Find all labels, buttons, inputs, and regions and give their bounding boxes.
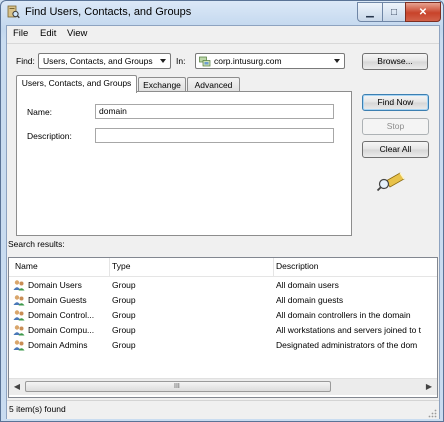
menu-bar: File Edit View bbox=[7, 26, 439, 44]
chevron-down-icon bbox=[334, 59, 340, 63]
search-results-label: Search results: bbox=[8, 239, 65, 249]
scrollbar-grip: III bbox=[174, 383, 180, 390]
name-field[interactable]: domain bbox=[95, 104, 334, 119]
cell-description: All domain controllers in the domain bbox=[276, 310, 411, 320]
cell-name: Domain Users bbox=[28, 280, 82, 290]
close-icon: ✕ bbox=[418, 6, 428, 18]
in-label: In: bbox=[176, 56, 186, 66]
cell-name: Domain Compu... bbox=[28, 325, 95, 335]
column-header-description[interactable]: Description bbox=[276, 261, 319, 271]
cell-type: Group bbox=[112, 340, 136, 350]
group-icon bbox=[13, 295, 25, 306]
cell-name: Domain Admins bbox=[28, 340, 88, 350]
results-list[interactable]: Name Type Description Domain Users Group… bbox=[8, 257, 438, 398]
cell-type: Group bbox=[112, 325, 136, 335]
scrollbar-thumb[interactable]: III bbox=[25, 381, 331, 392]
group-icon bbox=[13, 325, 25, 336]
column-divider[interactable] bbox=[273, 258, 274, 276]
in-location-value: corp.intusurg.com bbox=[214, 56, 282, 66]
tab-panel: Name: domain Description: bbox=[16, 91, 352, 236]
dialog-client-area: File Edit View Find: Users, Contacts, an… bbox=[6, 25, 440, 419]
minimize-button[interactable]: ▁ bbox=[357, 2, 383, 22]
minimize-icon: ▁ bbox=[366, 6, 374, 18]
column-header-type[interactable]: Type bbox=[112, 261, 130, 271]
stop-button[interactable]: Stop bbox=[362, 118, 429, 135]
resize-grip-icon[interactable] bbox=[427, 408, 437, 418]
table-row[interactable]: Domain Admins Group Designated administr… bbox=[9, 338, 437, 353]
browse-button[interactable]: Browse... bbox=[362, 53, 428, 70]
cell-name: Domain Control... bbox=[28, 310, 95, 320]
column-header-name[interactable]: Name bbox=[15, 261, 38, 271]
find-type-dropdown[interactable]: Users, Contacts, and Groups bbox=[38, 53, 171, 69]
status-text: 5 item(s) found bbox=[9, 404, 66, 414]
table-row[interactable]: Domain Guests Group All domain guests bbox=[9, 293, 437, 308]
description-field[interactable] bbox=[95, 128, 334, 143]
find-now-button[interactable]: Find Now bbox=[362, 94, 429, 111]
status-bar: 5 item(s) found bbox=[7, 400, 439, 419]
menu-edit[interactable]: Edit bbox=[40, 28, 56, 39]
menu-view[interactable]: View bbox=[67, 28, 87, 39]
find-label: Find: bbox=[16, 56, 35, 66]
cell-description: All domain users bbox=[276, 280, 339, 290]
cell-type: Group bbox=[112, 310, 136, 320]
horizontal-scrollbar[interactable]: ◀ III ▶ bbox=[9, 378, 437, 395]
cell-type: Group bbox=[112, 295, 136, 305]
domain-icon bbox=[199, 56, 211, 67]
title-bar[interactable]: Find Users, Contacts, and Groups ▁ □ ✕ bbox=[1, 1, 443, 25]
group-icon bbox=[13, 310, 25, 321]
column-divider[interactable] bbox=[109, 258, 110, 276]
tab-users-contacts-groups[interactable]: Users, Contacts, and Groups bbox=[16, 75, 137, 93]
in-location-dropdown[interactable]: corp.intusurg.com bbox=[195, 53, 345, 69]
description-label: Description: bbox=[27, 131, 72, 141]
results-header: Name Type Description bbox=[9, 258, 437, 277]
scroll-right-icon[interactable]: ▶ bbox=[421, 379, 437, 395]
table-row[interactable]: Domain Control... Group All domain contr… bbox=[9, 308, 437, 323]
name-field-value: domain bbox=[99, 106, 127, 116]
table-row[interactable]: Domain Compu... Group All workstations a… bbox=[9, 323, 437, 338]
cell-description: All domain guests bbox=[276, 295, 344, 305]
cell-name: Domain Guests bbox=[28, 295, 87, 305]
table-row[interactable]: Domain Users Group All domain users bbox=[9, 278, 437, 293]
find-type-value: Users, Contacts, and Groups bbox=[43, 56, 153, 66]
maximize-icon: □ bbox=[390, 6, 398, 18]
clear-all-button[interactable]: Clear All bbox=[362, 141, 429, 158]
chevron-down-icon bbox=[160, 59, 166, 63]
magnifier-flashlight-icon bbox=[376, 172, 405, 192]
name-label: Name: bbox=[27, 107, 53, 117]
cell-description: Designated administrators of the dom bbox=[276, 340, 418, 350]
find-dialog-window: Find Users, Contacts, and Groups ▁ □ ✕ F… bbox=[0, 0, 444, 422]
window-title: Find Users, Contacts, and Groups bbox=[25, 6, 192, 18]
group-icon bbox=[13, 280, 25, 291]
cell-description: All workstations and servers joined to t bbox=[276, 325, 422, 335]
close-button[interactable]: ✕ bbox=[405, 2, 441, 22]
scroll-left-icon[interactable]: ◀ bbox=[9, 379, 25, 395]
maximize-button[interactable]: □ bbox=[382, 2, 406, 22]
directory-search-icon bbox=[7, 5, 20, 19]
menu-file[interactable]: File bbox=[13, 28, 28, 39]
cell-type: Group bbox=[112, 280, 136, 290]
group-icon bbox=[13, 340, 25, 351]
